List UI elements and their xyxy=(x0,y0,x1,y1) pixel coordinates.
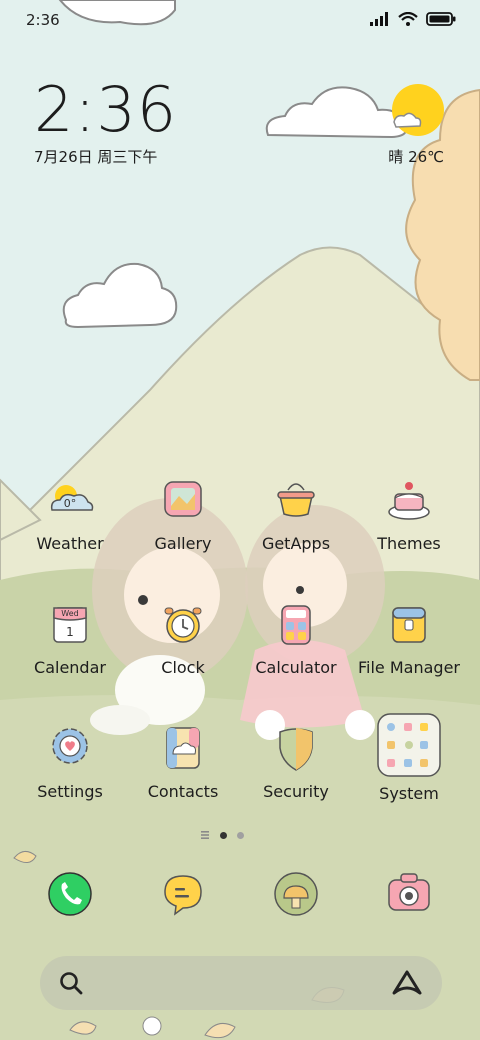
calendar-icon-day: Wed xyxy=(61,609,78,618)
app-calculator[interactable]: Calculator xyxy=(240,600,352,677)
dock-phone[interactable] xyxy=(44,868,96,920)
dock-browser[interactable] xyxy=(270,868,322,920)
app-contacts[interactable]: Contacts xyxy=(127,724,239,801)
app-themes[interactable]: Themes xyxy=(353,476,465,553)
app-label-themes: Themes xyxy=(377,534,441,553)
battery-icon xyxy=(426,12,456,26)
app-security[interactable]: Security xyxy=(240,724,352,801)
app-label-getapps: GetApps xyxy=(261,534,331,553)
widget-weather[interactable]: 晴 26℃ xyxy=(388,146,444,167)
app-label-gallery: Gallery xyxy=(154,534,212,553)
signal-icon xyxy=(370,12,388,26)
dock-messages[interactable] xyxy=(157,868,209,920)
app-settings[interactable]: Settings xyxy=(14,724,126,801)
app-file-manager[interactable]: File Manager xyxy=(353,600,465,677)
browser-icon xyxy=(274,872,318,916)
app-gallery[interactable]: Gallery xyxy=(127,476,239,553)
file-manager-icon xyxy=(383,600,435,652)
app-label-settings: Settings xyxy=(37,782,103,801)
search-icon[interactable] xyxy=(58,970,84,996)
calculator-icon xyxy=(270,600,322,652)
app-label-contacts: Contacts xyxy=(147,782,219,801)
status-time: 2:36 xyxy=(26,11,60,29)
app-label-calendar: Calendar xyxy=(34,658,106,677)
dock-camera[interactable] xyxy=(383,868,435,920)
settings-icon xyxy=(44,724,96,776)
weather-icon: 0° xyxy=(44,476,96,528)
status-bar: 2:36 xyxy=(0,0,480,40)
app-getapps[interactable]: GetApps xyxy=(240,476,352,553)
page-indicator[interactable] xyxy=(200,830,244,840)
search-bar[interactable] xyxy=(40,956,442,1010)
assistant-icon[interactable] xyxy=(390,968,424,998)
system-folder-icon xyxy=(376,712,442,778)
app-label-weather: Weather xyxy=(36,534,104,553)
app-label-file-manager: File Manager xyxy=(358,658,460,677)
clock-icon xyxy=(157,600,209,652)
app-label-clock: Clock xyxy=(161,658,205,677)
app-system-folder[interactable]: System xyxy=(353,712,465,803)
app-label-calculator: Calculator xyxy=(255,658,337,677)
clock-widget[interactable]: 2:36 7月26日 周三下午 xyxy=(34,78,177,167)
weather-icon-temp: 0° xyxy=(64,497,77,510)
page-dot-active[interactable] xyxy=(220,831,227,839)
gallery-icon xyxy=(157,476,209,528)
app-list-icon[interactable] xyxy=(200,830,210,840)
app-weather[interactable]: 0° Weather xyxy=(14,476,126,553)
wifi-icon xyxy=(398,12,418,26)
app-label-security: Security xyxy=(263,782,329,801)
themes-icon xyxy=(383,476,435,528)
security-icon xyxy=(270,724,322,776)
page-dot[interactable] xyxy=(237,831,244,839)
calendar-icon: Wed 1 xyxy=(44,600,96,652)
contacts-icon xyxy=(157,724,209,776)
app-clock[interactable]: Clock xyxy=(127,600,239,677)
camera-icon xyxy=(388,873,430,911)
getapps-icon xyxy=(270,476,322,528)
messages-icon xyxy=(164,875,202,916)
app-label-system: System xyxy=(379,784,439,803)
app-calendar[interactable]: Wed 1 Calendar xyxy=(14,600,126,677)
calendar-icon-date: 1 xyxy=(66,625,74,639)
status-icons xyxy=(370,12,456,26)
widget-date: 7月26日 周三下午 xyxy=(34,148,158,166)
widget-time: 2:36 xyxy=(34,73,178,146)
phone-icon xyxy=(48,872,92,916)
